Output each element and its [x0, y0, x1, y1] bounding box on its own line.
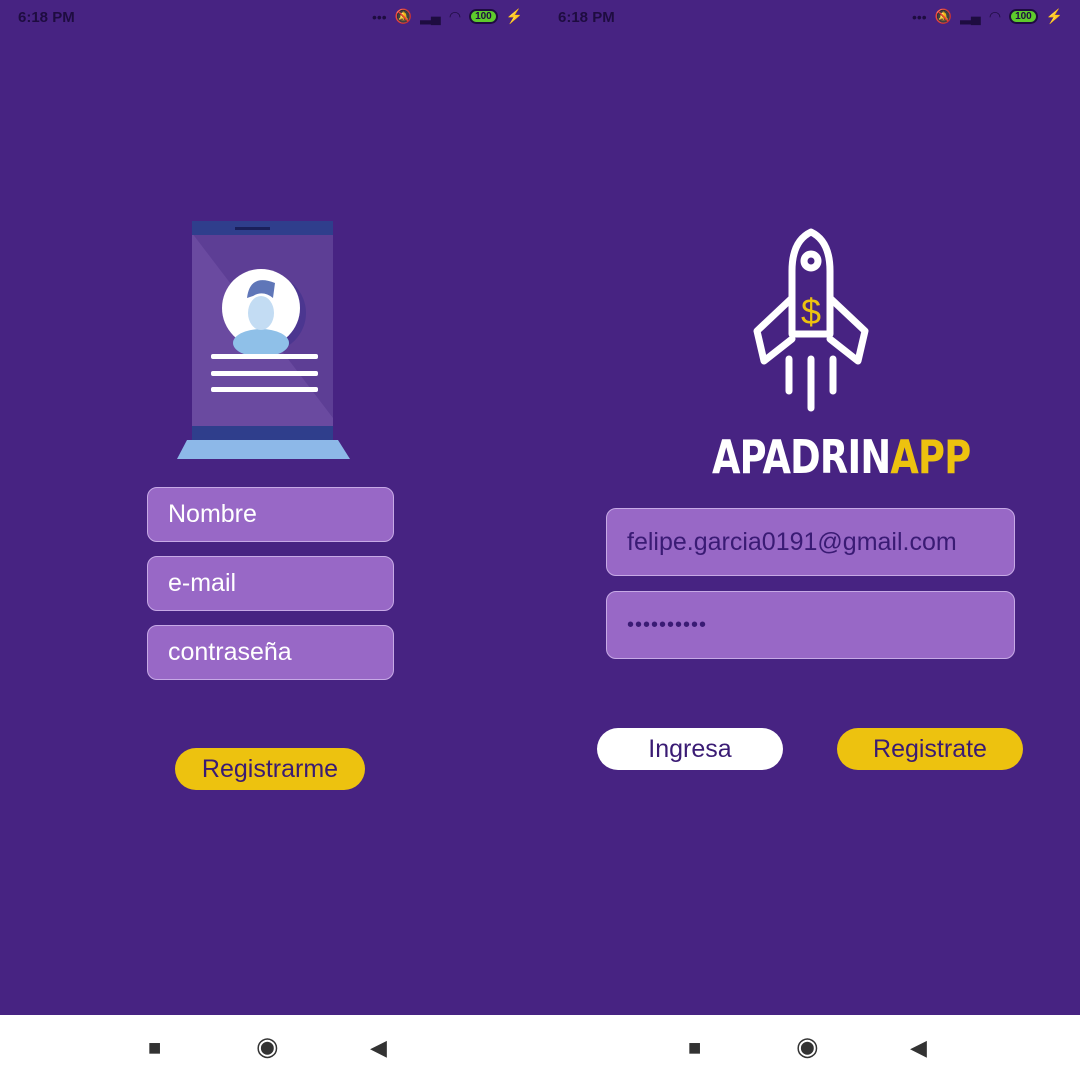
- recents-square-icon[interactable]: ■: [148, 1035, 161, 1061]
- svg-text:$: $: [801, 291, 821, 332]
- home-circle-icon[interactable]: ◉: [256, 1031, 279, 1062]
- signal-icon: ▂▄: [960, 8, 981, 24]
- status-time: 6:18 PM: [18, 9, 75, 26]
- charging-icon: ⚡: [1045, 8, 1064, 24]
- email-input[interactable]: felipe.garcia0191@gmail.com: [606, 508, 1015, 576]
- login-button[interactable]: Ingresa: [597, 728, 783, 770]
- back-triangle-icon[interactable]: ◀: [370, 1035, 387, 1061]
- charging-icon: ⚡: [505, 8, 524, 24]
- status-icons: ••• 🔕 ▂▄ ◠ 100 ⚡: [372, 8, 523, 25]
- rocket-logo-icon: $: [753, 228, 869, 412]
- password-input[interactable]: contraseña: [147, 625, 394, 680]
- register-button[interactable]: Registrate: [837, 728, 1023, 770]
- wifi-icon: ◠: [448, 8, 462, 24]
- battery-icon: 100: [1009, 9, 1038, 24]
- register-button[interactable]: Registrarme: [175, 748, 365, 790]
- status-icons: ••• 🔕 ▂▄ ◠ 100 ⚡: [912, 8, 1063, 25]
- wifi-icon: ◠: [988, 8, 1002, 24]
- app-logo-text: APADRINAPP: [712, 430, 971, 484]
- signal-icon: ▂▄: [420, 8, 441, 24]
- recents-square-icon[interactable]: ■: [688, 1035, 701, 1061]
- back-triangle-icon[interactable]: ◀: [910, 1035, 927, 1061]
- profile-card-illustration: [177, 221, 350, 459]
- more-icon: •••: [912, 8, 927, 25]
- more-icon: •••: [372, 8, 387, 25]
- battery-icon: 100: [469, 9, 498, 24]
- logo-part2: APP: [890, 430, 971, 484]
- name-input[interactable]: Nombre: [147, 487, 394, 542]
- bell-off-icon: 🔕: [394, 8, 413, 24]
- bell-off-icon: 🔕: [934, 8, 953, 24]
- password-input[interactable]: ••••••••••: [606, 591, 1015, 659]
- status-time: 6:18 PM: [558, 9, 615, 26]
- home-circle-icon[interactable]: ◉: [796, 1031, 819, 1062]
- email-input[interactable]: e-mail: [147, 556, 394, 611]
- logo-part1: APADRIN: [712, 430, 891, 484]
